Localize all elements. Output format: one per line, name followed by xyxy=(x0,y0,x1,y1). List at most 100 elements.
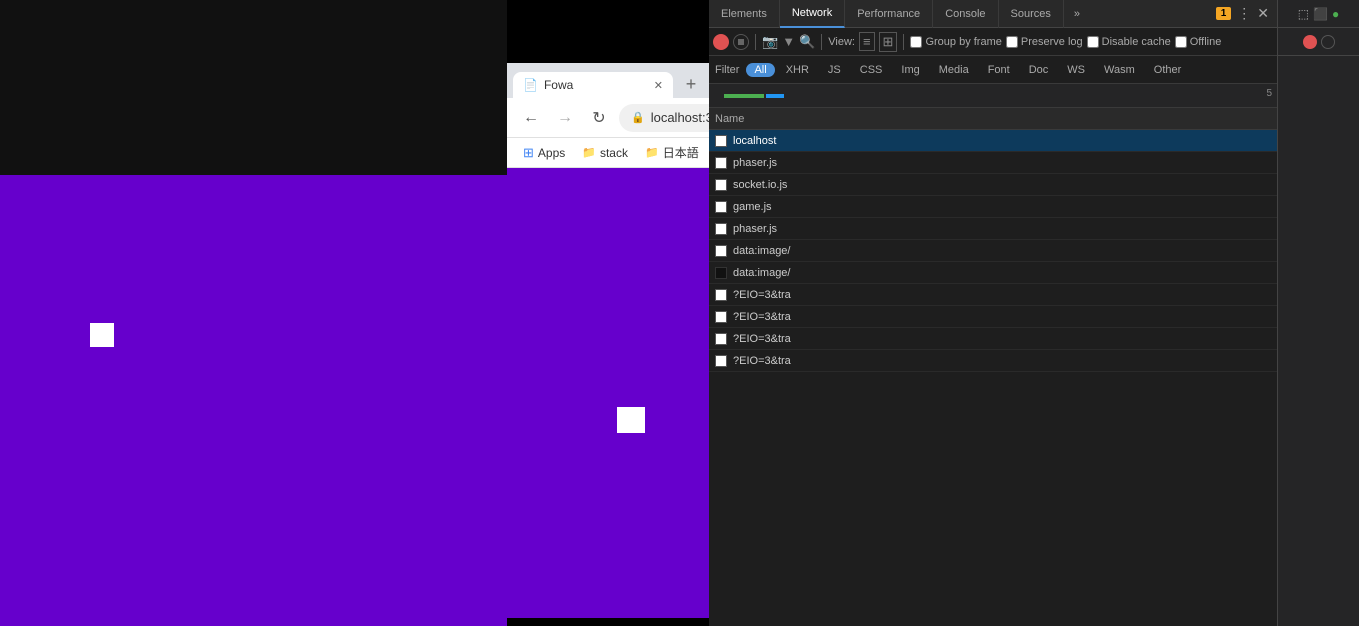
left-purple-area xyxy=(0,175,507,626)
japanese-label: 日本語 xyxy=(663,144,699,161)
net-row-socketio[interactable]: socket.io.js xyxy=(709,174,1277,196)
separator-2 xyxy=(821,34,822,50)
back-button[interactable]: ← xyxy=(517,104,545,132)
net-row-checkbox-9 xyxy=(715,333,727,345)
tab-favicon: 📄 xyxy=(523,78,538,92)
right-panel-icon-3[interactable]: ● xyxy=(1332,7,1339,21)
filter-media[interactable]: Media xyxy=(931,63,977,77)
network-filter-bar: Filter All XHR JS CSS Img Media Font Doc… xyxy=(709,56,1277,84)
preserve-log-checkbox-label[interactable]: Preserve log xyxy=(1006,36,1083,48)
right-panel-icon-2[interactable]: ⬛ xyxy=(1313,7,1328,21)
timeline-bar-blue xyxy=(766,94,784,98)
filter-img[interactable]: Img xyxy=(893,63,927,77)
right-panel-icon-1[interactable]: ⬚ xyxy=(1298,7,1309,21)
stop-button[interactable] xyxy=(733,34,749,50)
timeline-number: 5 xyxy=(1266,88,1272,99)
view-list-icon[interactable]: ≡ xyxy=(859,32,875,51)
separator-1 xyxy=(755,34,756,50)
filter-js[interactable]: JS xyxy=(820,63,849,77)
net-row-eio4[interactable]: ?EIO=3&tra xyxy=(709,350,1277,372)
net-row-name-10: ?EIO=3&tra xyxy=(733,355,791,367)
devtools-tab-sources[interactable]: Sources xyxy=(999,0,1064,28)
net-row-name-5: data:image/ xyxy=(733,245,790,257)
net-row-name-4: phaser.js xyxy=(733,223,777,235)
filter-other[interactable]: Other xyxy=(1146,63,1190,77)
filter-ws[interactable]: WS xyxy=(1059,63,1093,77)
disable-cache-checkbox[interactable] xyxy=(1087,36,1099,48)
devtools-tab-elements[interactable]: Elements xyxy=(709,0,780,28)
net-row-checkbox-2 xyxy=(715,179,727,191)
devtools-tab-more[interactable]: » xyxy=(1064,0,1090,28)
net-row-checkbox-6 xyxy=(715,267,727,279)
separator-3 xyxy=(903,34,904,50)
stack-icon: 📁 xyxy=(582,146,596,159)
net-row-name-2: socket.io.js xyxy=(733,179,787,191)
devtools-tab-right-icons: 1 ⋮ ✕ xyxy=(1216,5,1277,22)
record-button[interactable] xyxy=(713,34,729,50)
network-timeline: 5 xyxy=(709,84,1277,108)
filter-css[interactable]: CSS xyxy=(852,63,891,77)
close-devtools-icon[interactable]: ✕ xyxy=(1257,5,1269,22)
apps-label: Apps xyxy=(538,146,565,160)
filter-label: Filter xyxy=(715,64,739,76)
devtools-tabbar: Elements Network Performance Console Sou… xyxy=(709,0,1277,28)
right-record-btn[interactable] xyxy=(1303,35,1317,49)
net-row-checkbox-1 xyxy=(715,157,727,169)
net-row-phaserjs2[interactable]: phaser.js xyxy=(709,218,1277,240)
name-header-text: Name xyxy=(715,113,744,125)
timeline-bar-green xyxy=(724,94,764,98)
net-row-gamejs[interactable]: game.js xyxy=(709,196,1277,218)
bookmark-stack[interactable]: 📁 stack xyxy=(574,143,636,163)
filter-doc[interactable]: Doc xyxy=(1021,63,1057,77)
right-stop-btn[interactable] xyxy=(1321,35,1335,49)
view-label: View: xyxy=(828,36,855,48)
net-row-eio1[interactable]: ?EIO=3&tra xyxy=(709,284,1277,306)
net-row-eio2[interactable]: ?EIO=3&tra xyxy=(709,306,1277,328)
apps-icon: ⊞ xyxy=(523,145,534,161)
offline-checkbox-label[interactable]: Offline xyxy=(1175,36,1222,48)
disable-cache-checkbox-label[interactable]: Disable cache xyxy=(1087,36,1171,48)
devtools-tab-performance[interactable]: Performance xyxy=(845,0,933,28)
bookmark-apps[interactable]: ⊞ Apps xyxy=(515,142,573,164)
devtools-tab-console[interactable]: Console xyxy=(933,0,998,28)
group-by-frame-checkbox[interactable] xyxy=(910,36,922,48)
search-icon[interactable]: 🔍 xyxy=(799,34,815,50)
net-row-dataimage1[interactable]: data:image/ xyxy=(709,240,1277,262)
network-toolbar: 📷 ▼ 🔍 View: ≡ ⊞ Group by frame Preserve … xyxy=(709,28,1277,56)
filter-wasm[interactable]: Wasm xyxy=(1096,63,1143,77)
net-row-eio3[interactable]: ?EIO=3&tra xyxy=(709,328,1277,350)
offline-checkbox[interactable] xyxy=(1175,36,1187,48)
net-row-checkbox-10 xyxy=(715,355,727,367)
net-row-phaserjs1[interactable]: phaser.js xyxy=(709,152,1277,174)
filter-icon[interactable]: ▼ xyxy=(782,34,795,49)
preserve-log-checkbox[interactable] xyxy=(1006,36,1018,48)
devtools-tab-network[interactable]: Network xyxy=(780,0,845,28)
filter-font[interactable]: Font xyxy=(980,63,1018,77)
stack-label: stack xyxy=(600,146,628,160)
group-by-frame-checkbox-label[interactable]: Group by frame xyxy=(910,36,1001,48)
filter-xhr[interactable]: XHR xyxy=(778,63,817,77)
refresh-button[interactable]: ↻ xyxy=(585,104,613,132)
view-tree-icon[interactable]: ⊞ xyxy=(879,32,898,52)
left-background xyxy=(0,0,507,626)
forward-button[interactable]: → xyxy=(551,104,579,132)
tab-title: Fowa xyxy=(544,78,573,92)
net-row-dataimage2[interactable]: data:image/ xyxy=(709,262,1277,284)
devtools-right-panel: ⬚ ⬛ ● xyxy=(1277,0,1359,626)
net-row-name-6: data:image/ xyxy=(733,267,790,279)
new-tab-button[interactable]: + xyxy=(677,70,705,98)
net-row-name-3: game.js xyxy=(733,201,772,213)
bookmark-japanese[interactable]: 📁 日本語 xyxy=(637,141,707,164)
right-panel-toolbar xyxy=(1278,28,1359,56)
net-row-localhost[interactable]: localhost xyxy=(709,130,1277,152)
left-sprite xyxy=(90,323,114,347)
net-row-name-8: ?EIO=3&tra xyxy=(733,311,791,323)
more-options-icon[interactable]: ⋮ xyxy=(1237,5,1251,22)
camera-icon[interactable]: 📷 xyxy=(762,34,778,50)
browser-tab-active[interactable]: 📄 Fowa ✕ xyxy=(513,72,673,98)
filter-all[interactable]: All xyxy=(746,63,774,77)
network-list: localhost phaser.js socket.io.js game.js… xyxy=(709,130,1277,626)
tab-close[interactable]: ✕ xyxy=(654,79,663,92)
net-row-name-1: phaser.js xyxy=(733,157,777,169)
right-panel-top: ⬚ ⬛ ● xyxy=(1278,0,1359,28)
